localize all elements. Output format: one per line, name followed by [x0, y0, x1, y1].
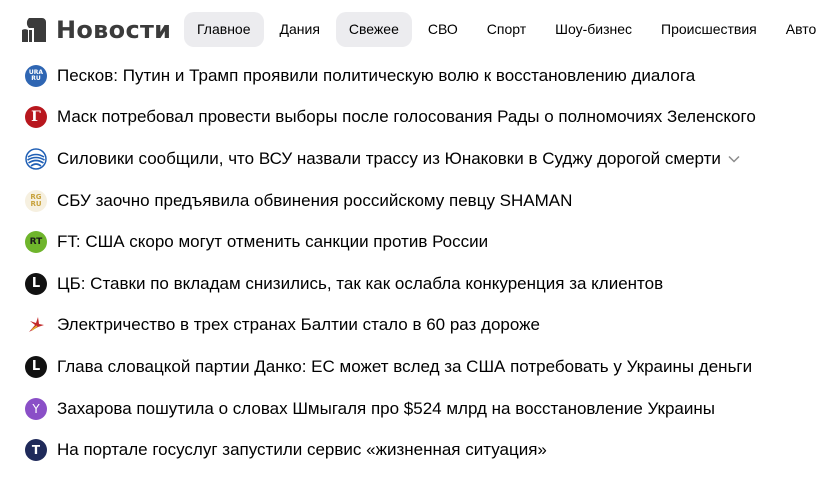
gazeta-source-icon: Г [25, 106, 47, 129]
news-title[interactable]: СБУ заочно предъявила обвинения российск… [57, 191, 572, 211]
news-title[interactable]: FT: США скоро могут отменить санкции про… [57, 232, 488, 252]
news-item[interactable]: L ЦБ: Ставки по вкладам снизились, так к… [0, 263, 829, 305]
news-logo-icon [20, 16, 48, 44]
yandex-icon-letter: Y [32, 401, 40, 416]
news-title[interactable]: На портале госуслуг запустили сервис «жи… [57, 440, 547, 460]
rg-icon-text-2: RU [30, 199, 42, 208]
news-title[interactable]: Глава словацкой партии Данко: ЕС может в… [57, 357, 752, 377]
header: Новости Главное Дания Свежее СВО Спорт Ш… [0, 0, 829, 60]
lenta-source-icon: L [25, 355, 47, 378]
lenta-icon-letter: L [31, 276, 41, 292]
tab-incidents[interactable]: Происшествия [648, 12, 770, 47]
tab-svezhee[interactable]: Свежее [335, 12, 412, 47]
news-title[interactable]: ЦБ: Ставки по вкладам снизились, так как… [57, 274, 663, 294]
news-item[interactable]: Г Маск потребовал провести выборы после … [0, 97, 829, 139]
news-title[interactable]: Маск потребовал провести выборы после го… [57, 107, 756, 127]
star-source-icon [25, 314, 47, 337]
news-title[interactable]: Электричество в трех странах Балтии стал… [57, 315, 540, 335]
globe-source-icon [25, 147, 47, 170]
news-title[interactable]: Песков: Путин и Трамп проявили политичес… [57, 66, 695, 86]
tab-show-business[interactable]: Шоу-бизнес [542, 12, 645, 47]
news-item[interactable]: Силовики сообщили, что ВСУ назвали трасс… [0, 138, 829, 180]
tab-sport[interactable]: Спорт [474, 12, 539, 47]
news-item[interactable]: T На портале госуслуг запустили сервис «… [0, 429, 829, 471]
tab-auto[interactable]: Авто [773, 12, 829, 47]
rg-source-icon: RG RU [25, 189, 47, 212]
logo-text: Новости [56, 16, 172, 44]
news-item[interactable]: Y Захарова пошутила о словах Шмыгаля про… [0, 388, 829, 430]
tab-svo[interactable]: СВО [415, 12, 471, 47]
rt-source-icon: RT [25, 231, 47, 254]
news-item[interactable]: RG RU СБУ заочно предъявила обвинения ро… [0, 180, 829, 222]
news-logo[interactable]: Новости [20, 14, 171, 46]
gazeta-icon-letter: Г [31, 109, 41, 126]
lenta-source-icon: L [25, 272, 47, 295]
rt-icon-letter: RT [29, 236, 43, 247]
chevron-down-icon[interactable] [727, 152, 741, 166]
tab-daniya[interactable]: Дания [267, 12, 333, 47]
news-item[interactable]: URA RU Песков: Путин и Трамп проявили по… [0, 55, 829, 97]
tass-icon-letter: T [31, 443, 41, 458]
tass-source-icon: T [25, 439, 47, 462]
news-item[interactable]: Электричество в трех странах Балтии стал… [0, 305, 829, 347]
ura-icon-text-2: RU [31, 74, 41, 82]
news-item[interactable]: RT FT: США скоро могут отменить санкции … [0, 221, 829, 263]
news-list: URA RU Песков: Путин и Трамп проявили по… [0, 55, 829, 471]
news-title[interactable]: Захарова пошутила о словах Шмыгаля про $… [57, 399, 715, 419]
nav-tabs: Главное Дания Свежее СВО Спорт Шоу-бизне… [184, 12, 829, 47]
yandex-source-icon: Y [25, 397, 47, 420]
tab-glavnoe[interactable]: Главное [184, 12, 264, 47]
news-item[interactable]: L Глава словацкой партии Данко: ЕС может… [0, 346, 829, 388]
news-title[interactable]: Силовики сообщили, что ВСУ назвали трасс… [57, 149, 721, 169]
lenta-icon-letter: L [31, 359, 41, 375]
ura-source-icon: URA RU [25, 64, 47, 87]
